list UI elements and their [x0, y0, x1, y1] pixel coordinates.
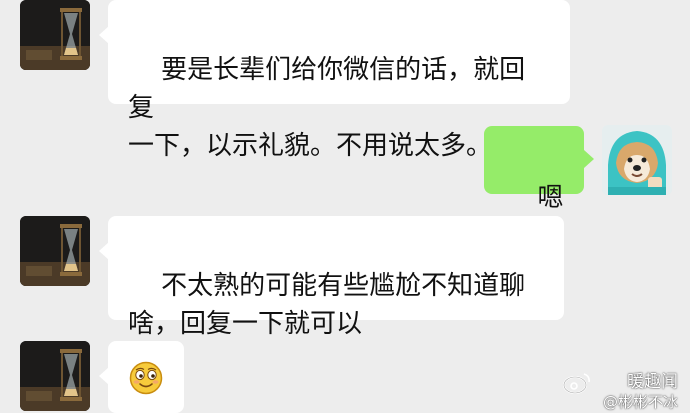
message-text: 不太熟的可能有些尴尬不知道聊 啥，回复一下就可以: [128, 271, 526, 339]
message-bubble-incoming[interactable]: 要是长辈们给你微信的话，就回复 一下，以示礼貌。不用说太多。: [108, 0, 570, 161]
message-bubble-incoming[interactable]: [108, 341, 184, 413]
watermark-author: @彬彬不冰: [602, 393, 678, 411]
dog-icon: [602, 125, 672, 195]
hourglass-icon: [20, 341, 90, 411]
message-text: 要是长辈们给你微信的话，就回复 一下，以示礼貌。不用说太多。: [128, 55, 526, 161]
contact-avatar[interactable]: [20, 216, 90, 286]
contact-avatar[interactable]: [20, 0, 90, 70]
bubble-tail: [584, 150, 594, 168]
contact-avatar[interactable]: [20, 341, 90, 411]
hourglass-icon: [20, 0, 90, 70]
weibo-logo-icon: [563, 373, 590, 394]
watermark-brand: 暖趣闻: [627, 372, 678, 392]
chat-window: 要是长辈们给你微信的话，就回复 一下，以示礼貌。不用说太多。 嗯嗯: [0, 0, 690, 413]
user-avatar[interactable]: [602, 125, 672, 195]
hourglass-icon: [20, 216, 90, 286]
smiling-face-emoji: [129, 361, 163, 395]
message-bubble-incoming[interactable]: 不太熟的可能有些尴尬不知道聊 啥，回复一下就可以: [108, 216, 564, 339]
message-bubble-outgoing[interactable]: 嗯嗯: [484, 126, 584, 251]
